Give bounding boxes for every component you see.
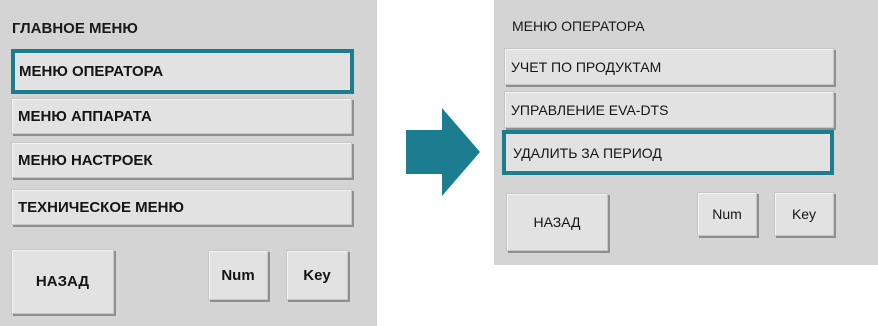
back-button[interactable]: НАЗАД <box>506 193 608 251</box>
num-button[interactable]: Num <box>697 192 757 236</box>
menu-item-device[interactable]: МЕНЮ АППАРАТА <box>11 98 352 134</box>
menu-item-eva-dts[interactable]: УПРАВЛЕНИЕ EVA-DTS <box>504 91 834 128</box>
key-button[interactable]: Key <box>286 250 348 300</box>
operator-menu-title: МЕНЮ ОПЕРАТОРА <box>512 18 645 34</box>
menu-item-operator[interactable]: МЕНЮ ОПЕРАТОРА <box>11 49 354 94</box>
menu-item-delete-period[interactable]: УДАЛИТЬ ЗА ПЕРИОД <box>502 130 834 175</box>
key-button[interactable]: Key <box>774 192 834 236</box>
menu-item-product-accounting[interactable]: УЧЕТ ПО ПРОДУКТАМ <box>504 48 834 85</box>
num-button[interactable]: Num <box>208 250 268 300</box>
menu-item-settings[interactable]: МЕНЮ НАСТРОЕК <box>11 142 352 178</box>
back-button[interactable]: НАЗАД <box>11 249 114 314</box>
main-menu-title: ГЛАВНОЕ МЕНЮ <box>12 20 138 37</box>
menu-item-technical[interactable]: ТЕХНИЧЕСКОЕ МЕНЮ <box>11 189 352 225</box>
arrow-right-icon <box>406 108 480 196</box>
